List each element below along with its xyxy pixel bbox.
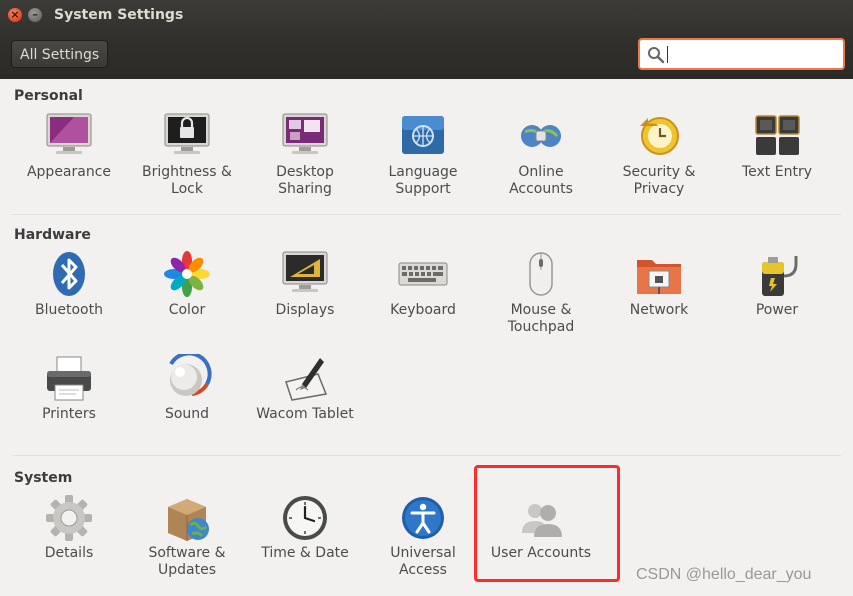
network-icon bbox=[634, 250, 684, 300]
setting-brightness-lock[interactable]: Brightness & Lock bbox=[128, 112, 246, 198]
setting-desktop-sharing[interactable]: Desktop Sharing bbox=[246, 112, 364, 198]
search-icon bbox=[648, 47, 665, 64]
setting-label: Network bbox=[629, 302, 689, 318]
setting-label: Online Accounts bbox=[509, 164, 573, 197]
highlight-annotation-box bbox=[474, 465, 620, 582]
section-divider bbox=[12, 455, 841, 456]
setting-label: Printers bbox=[42, 406, 96, 422]
power-icon bbox=[752, 250, 802, 300]
setting-label: Mouse & Touchpad bbox=[507, 302, 575, 335]
setting-wacom-tablet[interactable]: Wacom Tablet bbox=[246, 354, 364, 423]
text-cursor bbox=[667, 46, 668, 63]
setting-label: Displays bbox=[275, 302, 335, 318]
online-accounts-icon bbox=[516, 112, 566, 162]
setting-label: Appearance bbox=[26, 164, 112, 180]
details-icon bbox=[44, 493, 94, 543]
setting-time-date[interactable]: Time & Date bbox=[246, 493, 364, 562]
setting-label: Sound bbox=[164, 406, 210, 422]
search-input[interactable] bbox=[638, 38, 845, 70]
keyboard-icon bbox=[398, 250, 448, 300]
displays-icon bbox=[280, 250, 330, 300]
window-close-button[interactable]: × bbox=[8, 8, 22, 22]
setting-mouse-touchpad[interactable]: Mouse & Touchpad bbox=[482, 250, 600, 336]
appearance-icon bbox=[44, 112, 94, 162]
setting-label: Security & Privacy bbox=[622, 164, 696, 197]
setting-label: Keyboard bbox=[390, 302, 456, 318]
watermark: CSDN @hello_dear_you bbox=[636, 566, 812, 583]
setting-color[interactable]: Color bbox=[128, 250, 246, 319]
setting-label: Time & Date bbox=[261, 545, 349, 561]
universal-access-icon bbox=[398, 493, 448, 543]
section-divider bbox=[12, 214, 841, 215]
title-bar[interactable]: × – System Settings bbox=[0, 0, 853, 32]
setting-details[interactable]: Details bbox=[10, 493, 128, 562]
setting-label: Details bbox=[44, 545, 94, 561]
brightness-lock-icon bbox=[162, 112, 212, 162]
wacom-tablet-icon bbox=[280, 354, 330, 404]
setting-label: Brightness & Lock bbox=[142, 164, 232, 197]
all-settings-button[interactable]: All Settings bbox=[11, 40, 109, 68]
setting-label: Language Support bbox=[388, 164, 458, 197]
bluetooth-icon bbox=[44, 250, 94, 300]
color-icon bbox=[162, 250, 212, 300]
setting-security-privacy[interactable]: Security & Privacy bbox=[600, 112, 718, 198]
setting-online-accounts[interactable]: Online Accounts bbox=[482, 112, 600, 198]
setting-network[interactable]: Network bbox=[600, 250, 718, 319]
window-minimize-button[interactable]: – bbox=[28, 8, 42, 22]
setting-label: Software & Updates bbox=[148, 545, 226, 578]
setting-sound[interactable]: Sound bbox=[128, 351, 246, 423]
printers-icon bbox=[44, 354, 94, 404]
setting-keyboard[interactable]: Keyboard bbox=[364, 250, 482, 319]
setting-printers[interactable]: Printers bbox=[10, 354, 128, 423]
section-title-personal: Personal bbox=[14, 88, 83, 104]
desktop-sharing-icon bbox=[280, 112, 330, 162]
setting-label: Color bbox=[168, 302, 206, 318]
setting-appearance[interactable]: Appearance bbox=[10, 112, 128, 181]
setting-universal-access[interactable]: Universal Access bbox=[364, 493, 482, 579]
time-date-icon bbox=[280, 493, 330, 543]
setting-label: Bluetooth bbox=[35, 302, 103, 318]
setting-label: Universal Access bbox=[390, 545, 456, 578]
setting-software-updates[interactable]: Software & Updates bbox=[128, 493, 246, 579]
window-title: System Settings bbox=[54, 7, 184, 23]
software-updates-icon bbox=[162, 493, 212, 543]
setting-language-support[interactable]: Language Support bbox=[364, 112, 482, 198]
sound-icon bbox=[162, 351, 212, 404]
mouse-touchpad-icon bbox=[516, 250, 566, 300]
setting-label: Wacom Tablet bbox=[256, 406, 354, 422]
setting-label: Power bbox=[755, 302, 799, 318]
setting-label: Text Entry bbox=[741, 164, 812, 180]
setting-displays[interactable]: Displays bbox=[246, 250, 364, 319]
text-entry-icon bbox=[752, 112, 802, 162]
setting-bluetooth[interactable]: Bluetooth bbox=[10, 250, 128, 319]
section-title-hardware: Hardware bbox=[14, 227, 91, 243]
header-bar: × – System Settings All Settings bbox=[0, 0, 853, 79]
setting-label: Desktop Sharing bbox=[276, 164, 334, 197]
system-settings-window: × – System Settings All Settings Persona… bbox=[0, 0, 853, 596]
language-support-icon bbox=[398, 112, 448, 162]
security-privacy-icon bbox=[634, 112, 684, 162]
setting-text-entry[interactable]: Text Entry bbox=[718, 112, 836, 181]
setting-power[interactable]: Power bbox=[718, 250, 836, 319]
section-title-system: System bbox=[14, 470, 73, 486]
